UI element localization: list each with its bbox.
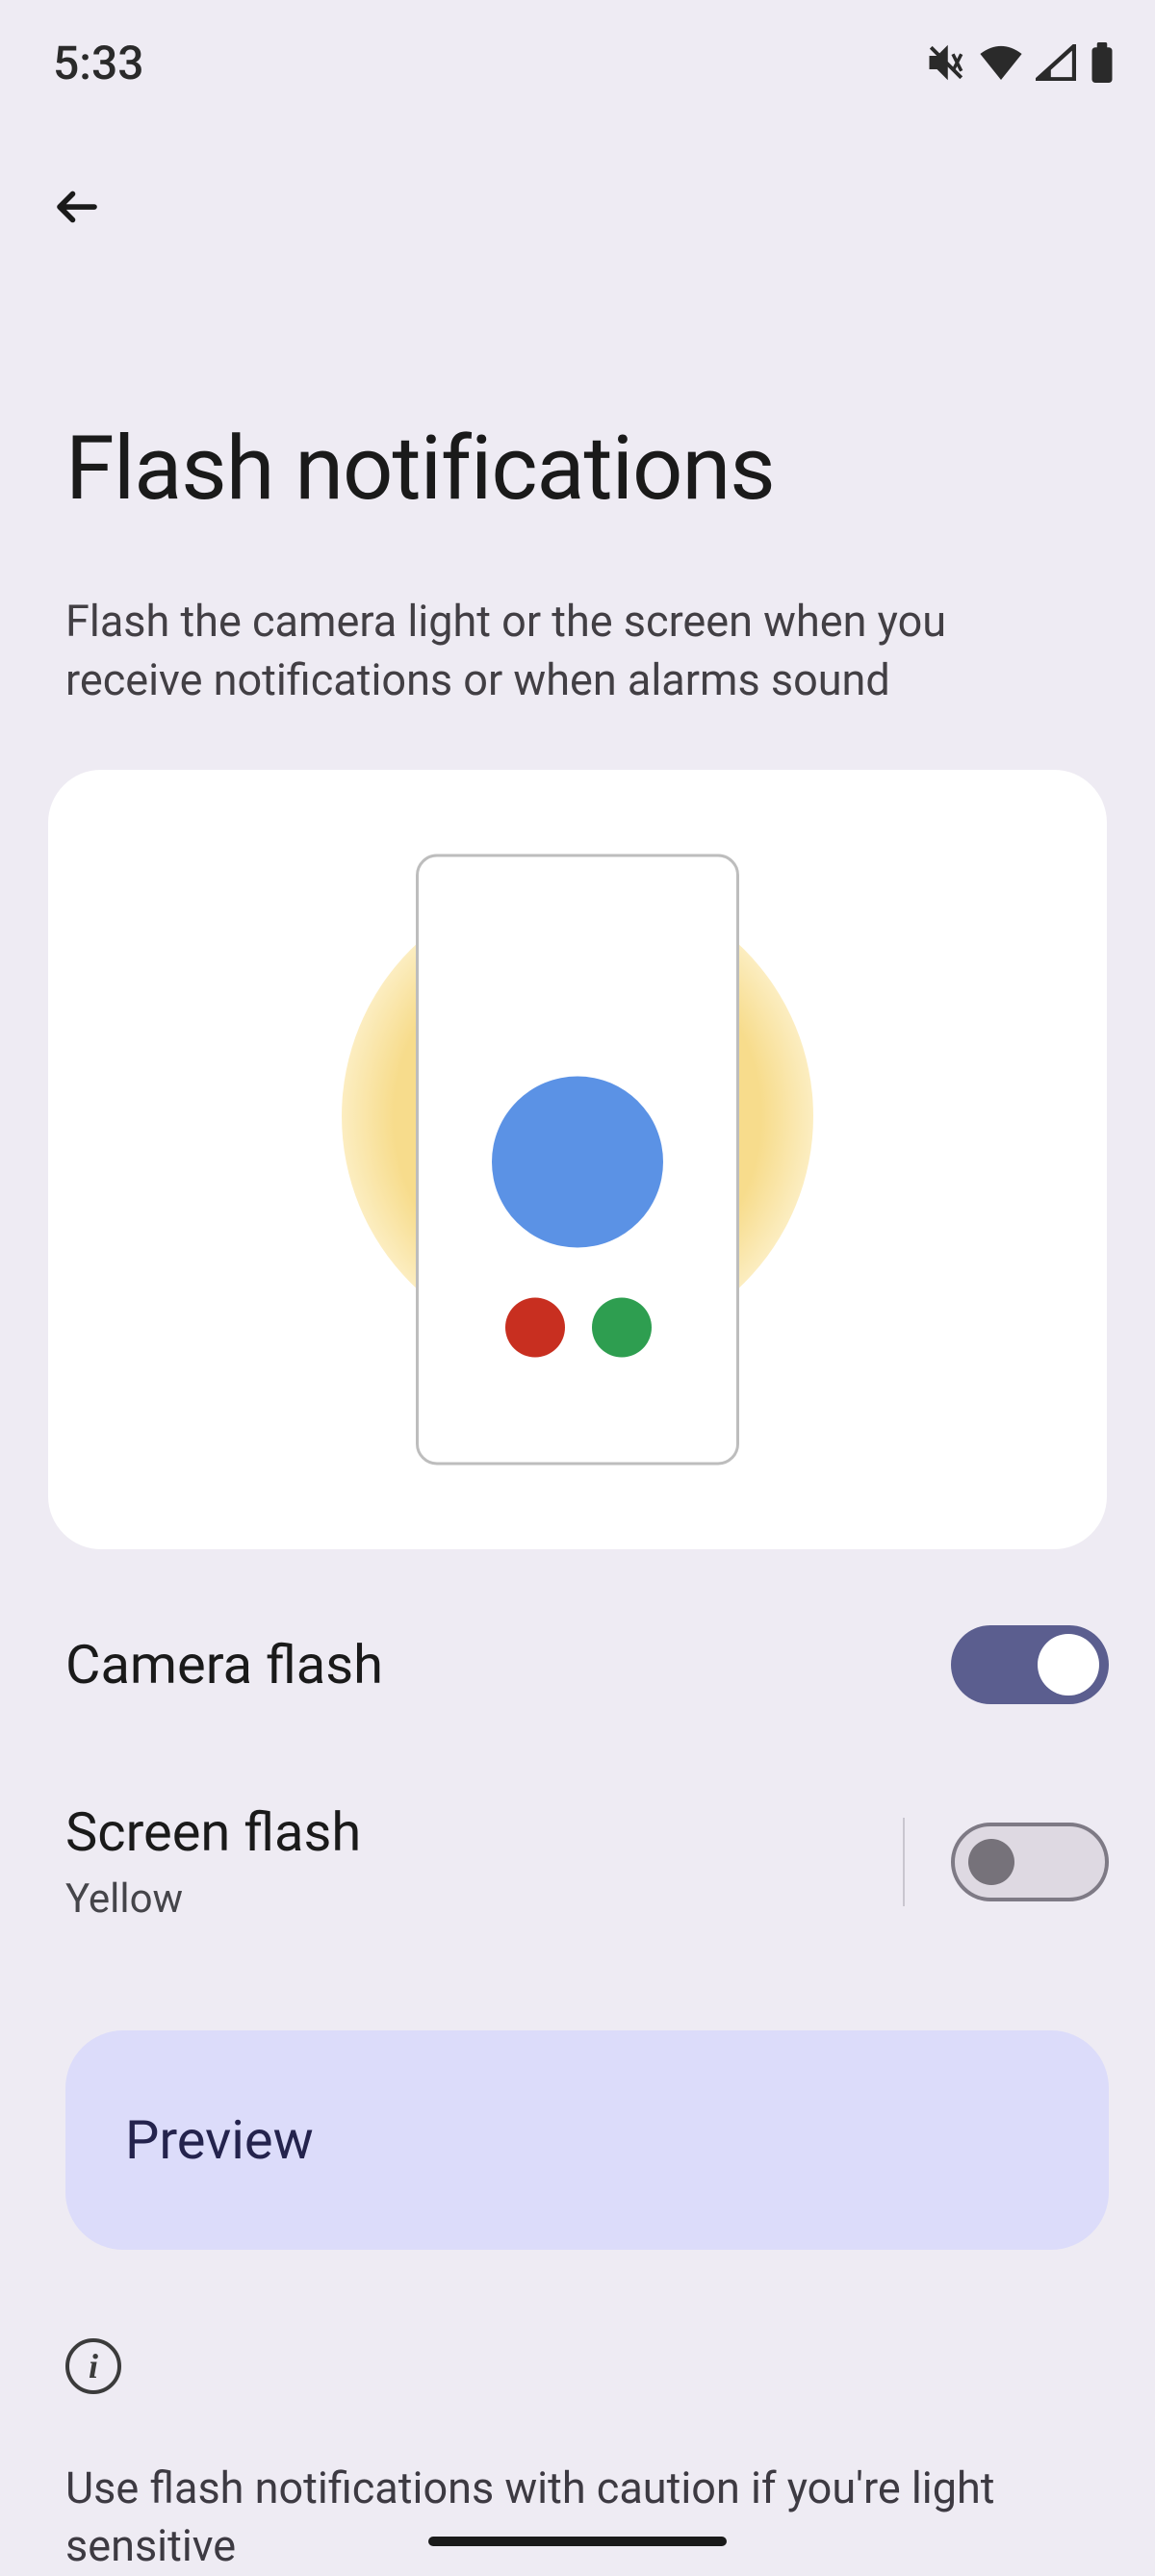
camera-flash-label: Camera flash xyxy=(65,1633,383,1696)
mute-icon xyxy=(926,42,966,83)
page-description: Flash the camera light or the screen whe… xyxy=(65,593,1088,710)
info-text: Use flash notifications with caution if … xyxy=(65,2460,1109,2576)
navigation-handle[interactable] xyxy=(428,2537,727,2546)
status-bar: 5:33 xyxy=(0,0,1155,96)
setting-screen-flash[interactable]: Screen flash Yellow xyxy=(0,1790,1155,1934)
screen-flash-toggle[interactable] xyxy=(951,1823,1109,1901)
illustration-phone xyxy=(416,854,739,1465)
illustration-dot-red xyxy=(505,1297,565,1357)
battery-icon xyxy=(1090,42,1115,83)
preview-button[interactable]: Preview xyxy=(65,2030,1109,2250)
illustration-dot-blue xyxy=(492,1076,663,1247)
screen-flash-label: Screen flash xyxy=(65,1800,361,1864)
setting-camera-flash[interactable]: Camera flash xyxy=(0,1607,1155,1722)
illustration-dot-green xyxy=(592,1297,652,1357)
preview-label: Preview xyxy=(125,2108,314,2172)
info-icon xyxy=(65,2338,121,2394)
status-icons xyxy=(926,42,1115,83)
toggle-knob xyxy=(1038,1634,1099,1696)
camera-flash-toggle[interactable] xyxy=(951,1625,1109,1704)
signal-icon xyxy=(1036,44,1076,81)
back-button[interactable] xyxy=(46,178,108,240)
status-time: 5:33 xyxy=(53,36,144,90)
setting-divider xyxy=(903,1818,905,1906)
page-title: Flash notifications xyxy=(65,418,1155,521)
toggle-knob xyxy=(968,1839,1014,1885)
illustration-card xyxy=(48,770,1107,1549)
screen-flash-color: Yellow xyxy=(65,1875,361,1923)
wifi-icon xyxy=(980,45,1022,80)
arrow-left-icon xyxy=(51,181,103,237)
